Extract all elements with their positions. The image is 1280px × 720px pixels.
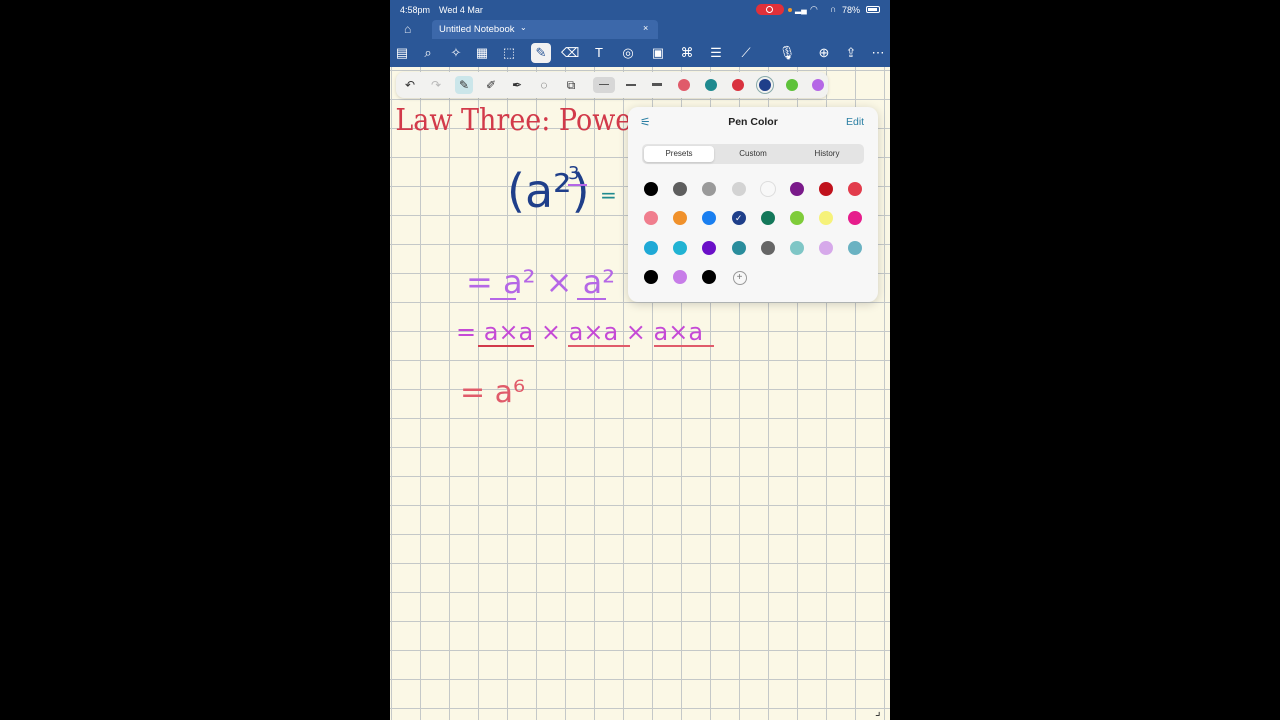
preset-color[interactable] [644, 240, 658, 255]
ipad-screen: 4:58pm Wed 4 Mar ▂▄ ◠ ∩ 78% ⌂ Untitled N… [390, 0, 890, 720]
fountain-pen-icon[interactable]: ✒ [508, 76, 526, 94]
shapes-icon[interactable]: ◎ [619, 44, 637, 62]
resize-handle-icon[interactable]: ⌟ [875, 704, 881, 718]
pen-color-popover: ⚟ Pen Color Edit Presets Custom History … [628, 107, 878, 302]
preset-color[interactable] [848, 211, 863, 226]
screen-record-icon [756, 4, 784, 15]
home-icon[interactable]: ⌂ [404, 22, 411, 36]
status-date: Wed 4 Mar [439, 5, 483, 15]
add-color-icon[interactable]: + [732, 270, 747, 285]
textbox-icon[interactable]: T [590, 44, 608, 62]
ruler-icon[interactable]: ⟋ [737, 44, 755, 62]
thickness-thin[interactable] [593, 77, 615, 93]
preset-color[interactable] [673, 269, 688, 284]
preset-color[interactable] [702, 182, 717, 196]
privacy-dot-icon [788, 8, 792, 12]
tab-notebook[interactable]: Untitled Notebook ⌄ × [432, 20, 658, 39]
preset-color[interactable] [790, 211, 804, 226]
preset-color[interactable] [819, 240, 834, 255]
color-swatch[interactable] [678, 79, 690, 91]
pages-icon[interactable]: ▦ [473, 44, 491, 62]
status-bar: 4:58pm Wed 4 Mar ▂▄ ◠ ∩ 78% [390, 0, 890, 20]
preset-color[interactable] [790, 182, 804, 196]
battery-percent: 78% [842, 5, 861, 15]
preset-color[interactable] [760, 211, 775, 226]
color-swatch-selected[interactable] [759, 79, 771, 91]
color-swatch[interactable] [786, 79, 798, 91]
wifi-icon: ◠ [810, 4, 818, 14]
preset-color[interactable] [644, 211, 658, 226]
pen-icon[interactable]: ✎ [531, 43, 551, 63]
preset-color[interactable] [848, 182, 863, 196]
headphones-icon: ∩ [830, 4, 837, 14]
thickness-thick[interactable] [646, 77, 668, 93]
color-swatch[interactable] [705, 79, 717, 91]
close-icon[interactable]: × [643, 23, 648, 33]
tab-title: Untitled Notebook [439, 24, 515, 35]
lasso-icon[interactable]: ⬚ [500, 44, 518, 62]
signal-icon: ▂▄ [795, 5, 807, 14]
sticker-icon[interactable]: ⌘ [678, 44, 696, 62]
color-tabs: Presets Custom History [642, 144, 864, 164]
eraser-icon[interactable]: ⌫ [561, 44, 579, 62]
preset-color[interactable] [760, 240, 775, 255]
preset-color-selected[interactable] [731, 211, 746, 226]
search-icon[interactable]: ⌕ [419, 44, 437, 62]
shape-pen-icon[interactable]: ⧉ [562, 76, 580, 94]
undo-icon[interactable]: ↶ [401, 76, 419, 94]
add-page-icon[interactable]: ⊕ [815, 44, 833, 62]
preset-color[interactable] [731, 182, 746, 196]
tab-bar: ⌂ Untitled Notebook ⌄ × [390, 20, 890, 39]
preset-color[interactable] [848, 240, 863, 255]
mic-icon[interactable]: 🎙⌄ [774, 44, 800, 78]
preset-color[interactable] [673, 182, 688, 196]
popover-title: Pen Color [728, 116, 778, 128]
preset-color[interactable] [702, 269, 717, 284]
color-swatch[interactable] [732, 79, 744, 91]
preset-color[interactable] [760, 182, 775, 196]
note-icon[interactable]: ☰ [707, 44, 725, 62]
share-icon[interactable]: ⇪ [842, 44, 860, 62]
ribbon-toolbar: ▤ ⌕ ✧ ▦ ⬚ ✎ ⌫ T ◎ ▣ ⌘ ☰ ⟋ 🎙⌄ ⊕ ⇪ ⋯ [390, 39, 890, 78]
preset-color[interactable] [673, 211, 688, 226]
preset-color[interactable] [731, 240, 746, 255]
pen-icon[interactable]: ✎ [455, 76, 473, 94]
magic-icon[interactable]: ✧ [447, 44, 465, 62]
preset-color[interactable] [702, 211, 717, 226]
tab-history[interactable]: History [792, 146, 862, 162]
line3-ink: = a⁶ [460, 375, 525, 410]
tab-presets[interactable]: Presets [644, 146, 714, 162]
preset-color[interactable] [819, 182, 834, 196]
equals-ink: = [600, 183, 617, 207]
preset-color[interactable] [673, 240, 688, 255]
status-time: 4:58pm [400, 5, 431, 15]
pen-toolbar: ↶ ↷ ✎ ✐ ✒ ◌ ⧉ [396, 72, 828, 98]
lasso-pen-icon[interactable]: ◌ [535, 76, 553, 94]
preset-color[interactable] [702, 240, 717, 255]
highlighter-icon[interactable]: ✐ [482, 76, 500, 94]
color-swatch[interactable] [812, 79, 824, 91]
thickness-medium[interactable] [620, 77, 642, 93]
image-icon[interactable]: ▣ [649, 44, 667, 62]
more-icon[interactable]: ⋯ [869, 44, 887, 62]
preset-color[interactable] [819, 211, 834, 226]
chevron-down-icon[interactable]: ⌄ [520, 23, 527, 32]
tab-custom[interactable]: Custom [718, 146, 788, 162]
preset-color[interactable] [644, 182, 658, 196]
line2-ink: = a×a × a×a × a×a [456, 318, 703, 346]
preset-color[interactable] [644, 269, 658, 284]
edit-button[interactable]: Edit [846, 116, 864, 128]
battery-icon [866, 6, 880, 13]
preset-color[interactable] [790, 240, 804, 255]
expr-power-ink: 3 [568, 163, 579, 184]
sections-icon[interactable]: ▤ [393, 44, 411, 62]
line1-ink: = a² × a² × [466, 263, 652, 301]
redo-icon[interactable]: ↷ [427, 76, 445, 94]
